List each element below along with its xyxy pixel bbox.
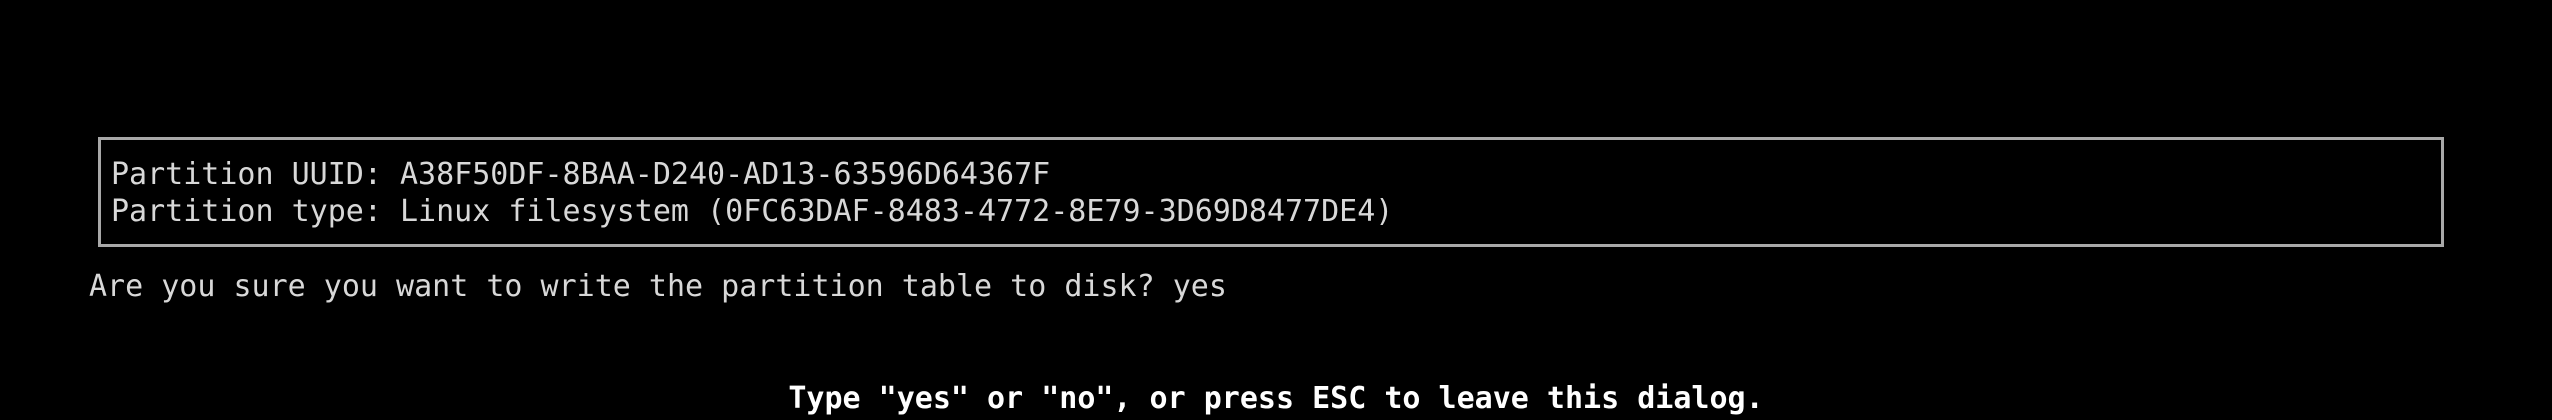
prompt-question: Are you sure you want to write the parti…: [89, 269, 1155, 304]
partition-info-box: Partition UUID: A38F50DF-8BAA-D240-AD13-…: [98, 137, 2444, 247]
partition-uuid-text: Partition UUID: A38F50DF-8BAA-D240-AD13-…: [111, 157, 1051, 192]
prompt-answer-input[interactable]: yes: [1173, 269, 1227, 304]
partition-type-text: Partition type: Linux filesystem (0FC63D…: [111, 194, 1394, 229]
dialog-hint: Type "yes" or "no", or press ESC to leav…: [788, 381, 1764, 416]
write-confirm-prompt[interactable]: Are you sure you want to write the parti…: [89, 268, 1227, 306]
